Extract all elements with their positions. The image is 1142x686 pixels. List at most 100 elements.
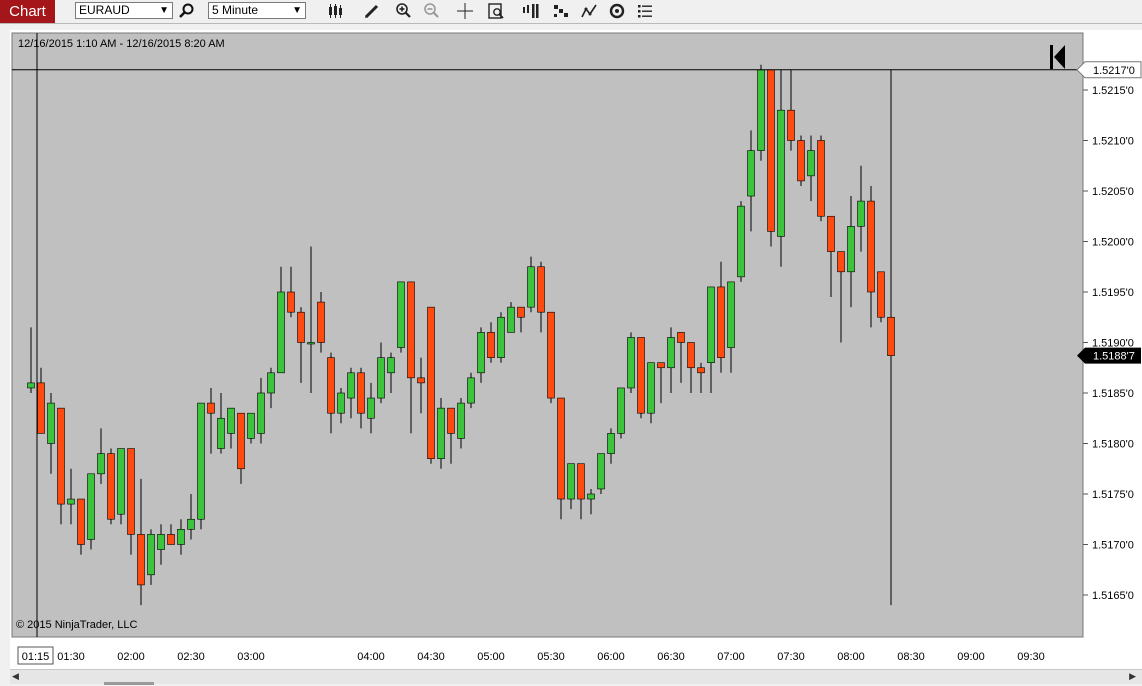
candle-body [397, 281, 405, 348]
candle-body [577, 463, 585, 500]
chart-canvas[interactable]: 1.5215'0 1.5210'0 1.5205'0 1.5200'0 1.5195'0… [0, 0, 1142, 686]
candle-body [287, 291, 295, 313]
time-tick-label: 02:30 [177, 651, 205, 663]
candle-body [527, 266, 535, 308]
scroll-right-arrow-icon[interactable]: ▶ [1129, 671, 1136, 682]
time-tick-label: 04:00 [357, 651, 385, 663]
time-tick-label: 02:00 [117, 651, 145, 663]
candle-body [717, 286, 725, 358]
candle-body [647, 362, 655, 414]
scroll-to-start-bar [1050, 45, 1053, 69]
candle-body [857, 200, 865, 227]
copyright-label: © 2015 NinjaTrader, LLC [16, 619, 138, 631]
candle-body [597, 453, 605, 490]
time-axis: 01:30 02:00 02:30 03:00 04:00 04:30 05:00 05:30… [57, 651, 1045, 663]
candle-body [107, 453, 115, 520]
candle-body [567, 463, 575, 500]
candle-body [187, 518, 195, 530]
candle-body [817, 140, 825, 217]
candle-body [127, 448, 135, 535]
price-tick-label: 1.5170'0 [1092, 540, 1134, 552]
candle-body [777, 109, 785, 237]
candle-body [177, 529, 185, 545]
candle-body [727, 281, 735, 348]
candle-body [307, 342, 315, 345]
price-tick-label: 1.5200'0 [1092, 237, 1134, 249]
price-tick-label: 1.5215'0 [1092, 85, 1134, 97]
candle-body [657, 362, 665, 369]
candle-body [147, 534, 155, 576]
price-tick-label: 1.5205'0 [1092, 186, 1134, 198]
candle-body [617, 387, 625, 434]
time-tick-label: 03:00 [237, 651, 265, 663]
candle-body [867, 200, 875, 293]
candle-body [27, 382, 35, 389]
candle-body [407, 281, 415, 379]
candle-body [377, 357, 385, 399]
price-tick-label: 1.5210'0 [1092, 136, 1134, 148]
candle-body [457, 402, 465, 439]
candle-body [77, 498, 85, 545]
candle-body [317, 301, 325, 343]
candle-body [167, 534, 175, 545]
candle-body [747, 150, 755, 197]
crosshair-price-label: 1.5217'0 [1093, 65, 1135, 77]
candle-body [57, 407, 65, 505]
scroll-left-arrow-icon[interactable]: ◀ [12, 671, 19, 682]
candle-body [367, 397, 375, 419]
candle-body [487, 332, 495, 358]
candle-body [677, 332, 685, 343]
candle-body [137, 534, 145, 586]
candle-body [787, 109, 795, 141]
candle-body [207, 402, 215, 414]
candle-body [427, 306, 435, 459]
time-tick-label: 04:30 [417, 651, 445, 663]
candle-body [297, 311, 305, 343]
horizontal-scrollbar[interactable]: ◀ ▶ [10, 669, 1142, 685]
candle-body [797, 140, 805, 182]
time-tick-label: 07:30 [777, 651, 805, 663]
candle-body [227, 407, 235, 434]
time-tick-label: 09:00 [957, 651, 985, 663]
candle-body [447, 407, 455, 434]
candle-body [627, 337, 635, 389]
candle-body [437, 407, 445, 459]
candle-body [197, 402, 205, 520]
candle-body [477, 332, 485, 374]
candle-body [557, 397, 565, 500]
candle-body [337, 392, 345, 414]
candle-body [587, 493, 595, 500]
candle-body [837, 251, 845, 273]
candle-body [807, 150, 815, 177]
candle-body [117, 448, 125, 515]
candle-body [217, 417, 225, 449]
time-tick-label: 05:00 [477, 651, 505, 663]
candle-body [347, 372, 355, 399]
candle-body [607, 433, 615, 454]
candle-body [847, 226, 855, 273]
date-range-label: 12/16/2015 1:10 AM - 12/16/2015 8:20 AM [18, 38, 225, 50]
candle-body [517, 306, 525, 318]
candle-body [637, 337, 645, 414]
candle-body [707, 286, 715, 364]
candle-body [67, 498, 75, 505]
candle-body [697, 367, 705, 374]
candle-body [257, 392, 265, 434]
crosshair-time-label: 01:15 [22, 651, 50, 663]
time-tick-label: 01:30 [57, 651, 85, 663]
price-tick-label: 1.5175'0 [1092, 489, 1134, 501]
candle-body [267, 372, 275, 394]
candle-body [467, 377, 475, 404]
candle-body [417, 377, 425, 384]
candle-body [687, 342, 695, 369]
price-tick-label: 1.5180'0 [1092, 439, 1134, 451]
candle-body [667, 337, 675, 369]
candle-body [37, 382, 45, 434]
time-tick-label: 08:00 [837, 651, 865, 663]
scroll-thumb[interactable] [104, 682, 154, 685]
candle-body [537, 266, 545, 313]
candle-body [877, 271, 885, 318]
candle-body [387, 357, 395, 374]
candle-body [327, 357, 335, 414]
candle-body [247, 412, 255, 439]
